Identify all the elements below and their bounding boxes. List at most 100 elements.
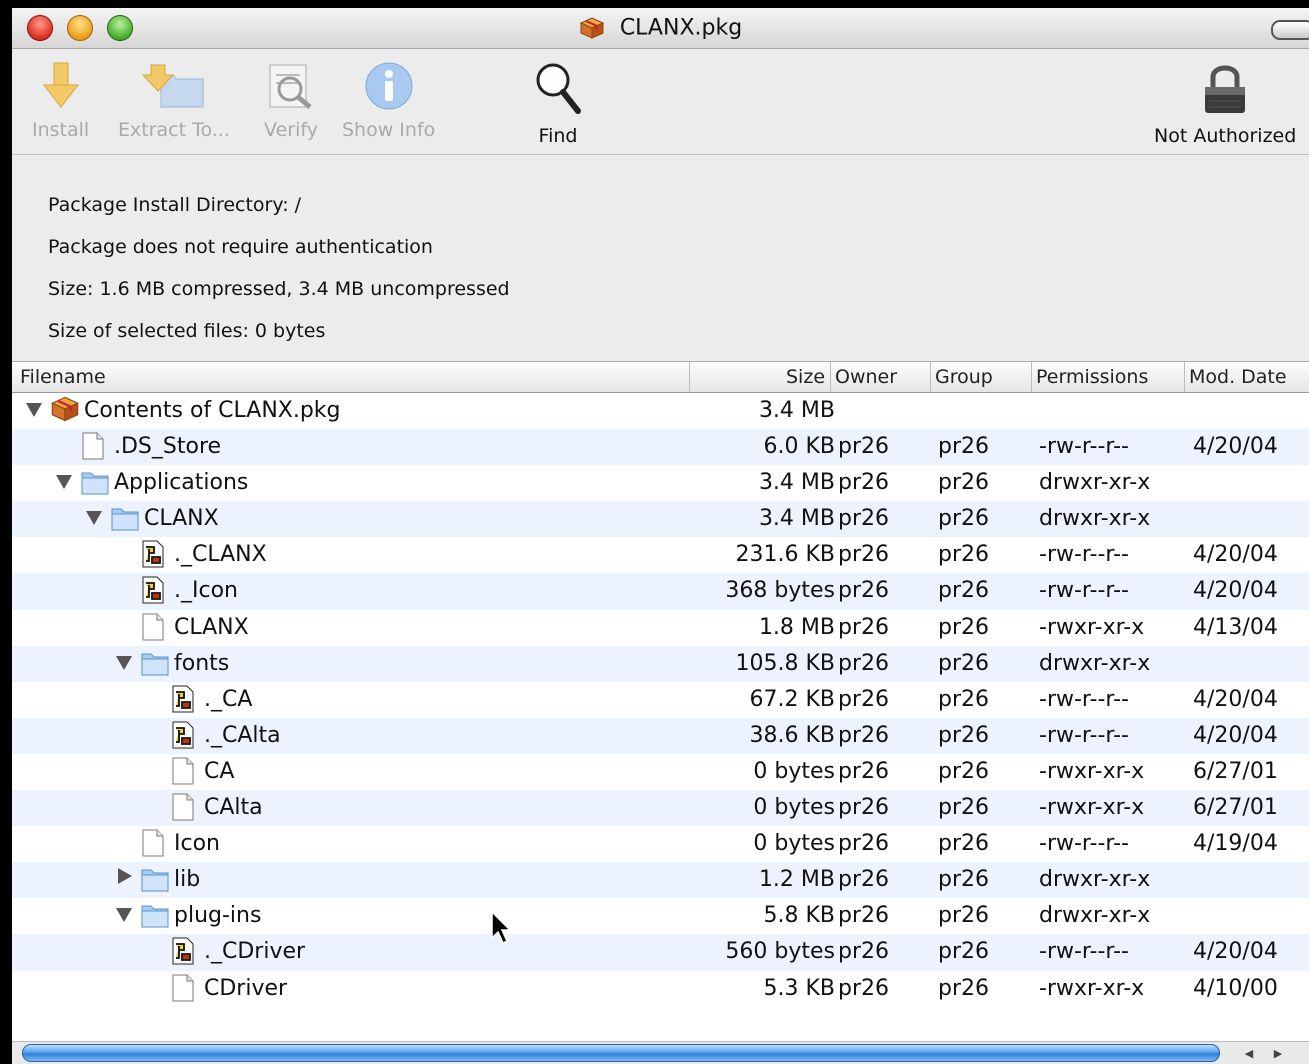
scroll-left-arrow-icon[interactable]: ◀ (1239, 1045, 1259, 1062)
file-permissions: -rw-r--r-- (1039, 542, 1129, 568)
file-name: Contents of CLANX.pkg (84, 398, 341, 423)
file-permissions: -rwxr-xr-x (1039, 614, 1145, 640)
file-owner: pr26 (838, 578, 890, 604)
column-header-group[interactable]: Group (935, 366, 993, 388)
window-title-group: CLANX.pkg (12, 15, 1309, 41)
mouse-pointer-icon (491, 910, 512, 945)
file-size: 67.2 KB (749, 686, 836, 712)
table-row[interactable]: ._CDriver 560 bytes pr26 pr26 -rw-r--r-- 4/20… (12, 934, 1309, 971)
document-icon (170, 792, 196, 828)
file-size: 368 bytes (725, 578, 835, 604)
file-owner: pr26 (838, 434, 890, 460)
table-row[interactable]: Icon 0 bytes pr26 pr26 -rw-r--r-- 4/19/04 (12, 826, 1309, 862)
file-mod-date: 4/20/04 (1193, 578, 1278, 604)
verify-button[interactable]: Verify (262, 61, 320, 141)
verify-magnifier-icon (269, 64, 312, 109)
table-row[interactable]: ._CAlta 38.6 KB pr26 pr26 -rw-r--r-- 4/20/04 (12, 717, 1309, 756)
file-mod-date: 4/20/04 (1193, 722, 1278, 748)
file-group: pr26 (938, 650, 990, 676)
table-row[interactable]: plug-ins 5.8 KB pr26 pr26 drwxr-xr-x (12, 898, 1309, 934)
table-row[interactable]: CAlta 0 bytes pr26 pr26 -rwxr-xr-x 6/27/01 (12, 790, 1309, 828)
file-permissions: -rw-r--r-- (1039, 686, 1129, 712)
install-button[interactable]: Install (32, 61, 89, 141)
file-name: fonts (174, 650, 230, 676)
file-group: pr26 (938, 578, 990, 604)
install-arrow-icon (42, 62, 79, 108)
find-button[interactable]: Find (532, 61, 584, 147)
table-row[interactable]: CDriver 5.3 KB pr26 pr26 -rwxr-xr-x 4/10/00 (12, 971, 1309, 1007)
file-group: pr26 (938, 831, 990, 857)
folder-icon (140, 864, 170, 900)
disclosure-triangle-open-icon[interactable] (116, 908, 132, 923)
file-group: pr26 (938, 867, 990, 893)
file-name: ._CAlta (204, 722, 281, 748)
show-info-button[interactable]: Show Info (342, 61, 435, 141)
horizontal-scrollbar[interactable]: ◀ ▶ (12, 1041, 1309, 1064)
file-mod-date: 4/13/04 (1193, 614, 1278, 640)
file-owner: pr26 (838, 542, 890, 568)
file-owner: pr26 (838, 903, 890, 929)
file-size: 231.6 KB (735, 542, 836, 568)
toolbar: Install Extract To... Verify Show Info F… (12, 49, 1309, 155)
table-row[interactable]: CLANX 1.8 MB pr26 pr26 -rwxr-xr-x 4/13/04 (12, 610, 1309, 646)
table-row[interactable]: CA 0 bytes pr26 pr26 -rwxr-xr-x 6/27/01 (12, 754, 1309, 790)
file-group: pr26 (938, 686, 990, 712)
file-size: 0 bytes (753, 758, 835, 784)
file-size: 5.8 KB (763, 903, 836, 929)
file-name: ._Icon (174, 578, 238, 604)
column-header-owner[interactable]: Owner (835, 366, 897, 388)
file-owner: pr26 (838, 795, 890, 821)
package-icon (579, 17, 605, 39)
column-header-size[interactable]: Size (786, 366, 825, 388)
file-name: Icon (174, 831, 220, 857)
table-row[interactable]: ._CLANX 231.6 KB pr26 pr26 -rw-r--r-- 4/20/04 (12, 537, 1309, 573)
selected-size-text: Size of selected files: 0 bytes (48, 320, 326, 342)
file-permissions: -rw-r--r-- (1039, 434, 1129, 460)
file-name: CDriver (204, 975, 288, 1001)
extract-folder-icon (141, 64, 204, 108)
file-table: Filename Size Owner Group Permissions Mo… (12, 361, 1309, 1042)
extract-button[interactable]: Extract To... (118, 61, 230, 141)
column-header-permissions[interactable]: Permissions (1036, 366, 1148, 388)
folder-icon (140, 648, 170, 684)
file-group: pr26 (938, 614, 990, 640)
folder-icon (110, 503, 140, 539)
file-permissions: drwxr-xr-x (1039, 506, 1151, 532)
find-label: Find (538, 125, 578, 147)
file-permissions: -rw-r--r-- (1039, 722, 1129, 748)
file-size: 3.4 MB (758, 506, 835, 532)
file-permissions: drwxr-xr-x (1039, 650, 1151, 676)
table-row[interactable]: fonts 105.8 KB pr26 pr26 drwxr-xr-x (12, 645, 1309, 684)
file-group: pr26 (938, 470, 990, 496)
disclosure-triangle-closed-icon[interactable] (118, 868, 132, 885)
table-row[interactable]: lib 1.2 MB pr26 pr26 drwxr-xr-x (12, 862, 1309, 900)
file-owner: pr26 (838, 614, 890, 640)
column-header-mod-date[interactable]: Mod. Date (1189, 366, 1287, 388)
resource-file-icon (170, 720, 196, 756)
table-row[interactable]: ._CA 67.2 KB pr26 pr26 -rw-r--r-- 4/20/04 (12, 682, 1309, 718)
scroll-right-arrow-icon[interactable]: ▶ (1268, 1045, 1288, 1062)
install-label: Install (32, 119, 90, 141)
file-permissions: -rw-r--r-- (1039, 578, 1129, 604)
file-mod-date: 4/20/04 (1193, 542, 1278, 568)
folder-icon (80, 467, 110, 503)
file-owner: pr26 (838, 831, 890, 857)
disclosure-triangle-open-icon[interactable] (116, 655, 132, 670)
file-owner: pr26 (838, 722, 890, 748)
table-row[interactable]: CLANX 3.4 MB pr26 pr26 drwxr-xr-x (12, 501, 1309, 539)
scrollbar-thumb[interactable] (22, 1044, 1220, 1062)
column-header-filename[interactable]: Filename (20, 366, 106, 388)
file-group: pr26 (938, 939, 990, 965)
table-row[interactable]: .DS_Store 6.0 KB pr26 pr26 -rw-r--r-- 4/20/04 (12, 429, 1309, 466)
disclosure-triangle-open-icon[interactable] (86, 511, 102, 526)
disclosure-triangle-open-icon[interactable] (26, 403, 42, 417)
table-row[interactable]: Applications 3.4 MB pr26 pr26 drwxr-xr-x (12, 465, 1309, 501)
authorization-lock-button[interactable]: Not Authorized (1154, 61, 1296, 147)
package-info: Package Install Directory: / Package doe… (48, 194, 510, 362)
title-bar: CLANX.pkg (12, 8, 1309, 49)
disclosure-triangle-open-icon[interactable] (56, 475, 72, 490)
table-row[interactable]: Contents of CLANX.pkg 3.4 MB (12, 393, 1309, 429)
table-row[interactable]: ._Icon 368 bytes pr26 pr26 -rw-r--r-- 4/20/04 (12, 573, 1309, 610)
toolbar-toggle-button[interactable] (1271, 20, 1309, 40)
file-owner: pr26 (838, 686, 890, 712)
